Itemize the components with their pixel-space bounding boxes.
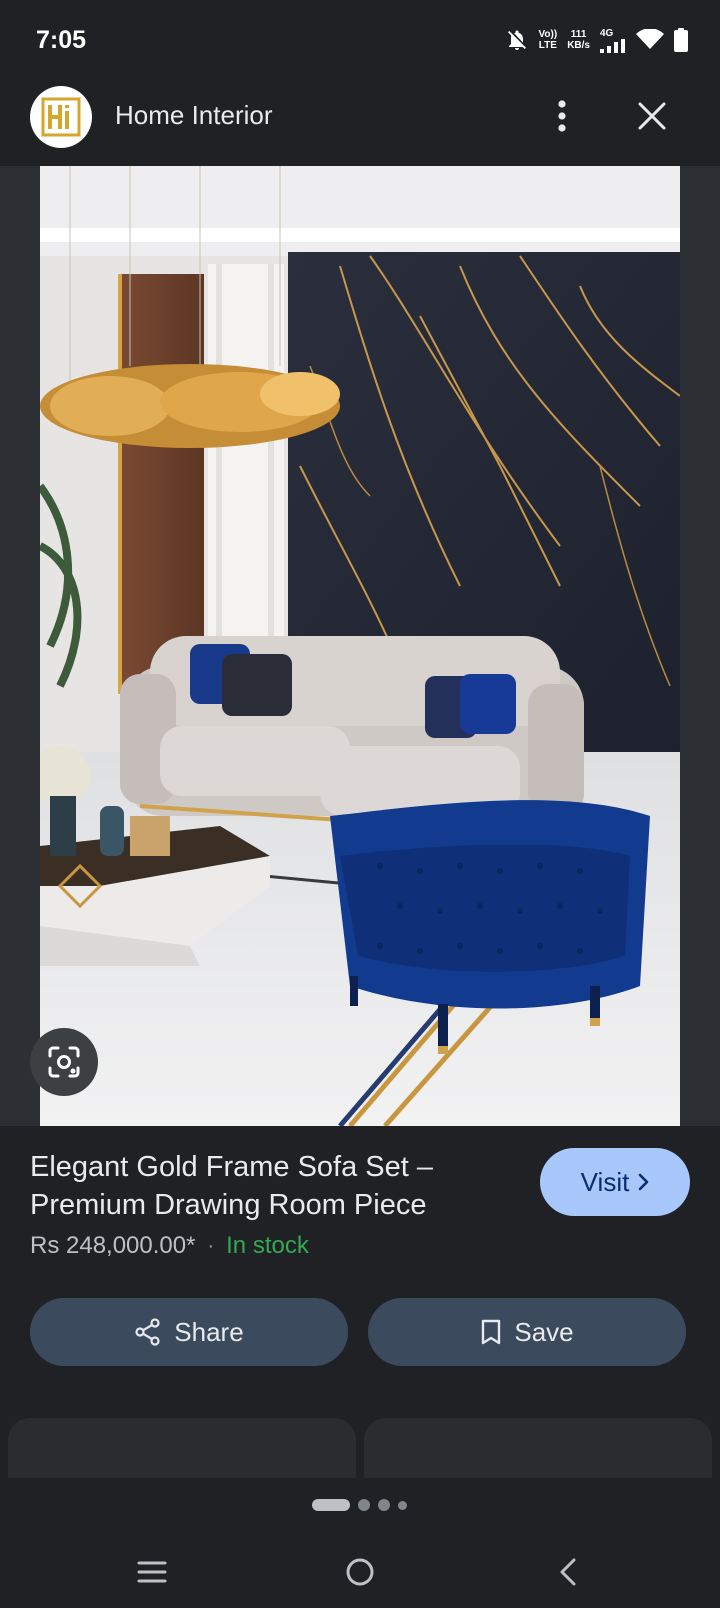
visit-button[interactable]: Visit [540,1148,690,1216]
app-header: Home Interior [0,80,720,166]
home-button[interactable] [330,1544,390,1600]
page-indicator [312,1498,407,1512]
volte-indicator: Vo)) LTE [539,29,558,51]
status-icons: Vo)) LTE 111 KB/s 4G [505,28,688,53]
share-label: Share [174,1316,244,1347]
close-icon [638,102,666,130]
page-dot [398,1500,407,1510]
network-speed: 111 KB/s [567,29,590,51]
more-options-button[interactable] [540,94,584,138]
back-chevron-icon [560,1558,576,1586]
signal-group: 4G [600,28,626,53]
related-card[interactable] [8,1418,356,1478]
image-panel [0,166,720,1126]
volte-top: Vo)) [538,29,558,40]
volte-bottom: LTE [538,40,557,51]
system-nav-bar [0,1536,720,1608]
sofa-room-illustration [40,166,680,1126]
share-button[interactable]: Share [30,1298,348,1366]
menu-icon [137,1561,167,1583]
home-circle-icon [346,1558,374,1586]
status-time: 7:05 [36,25,87,54]
network-type: 4G [600,27,614,39]
close-button[interactable] [630,94,674,138]
home-interior-logo-icon [41,97,81,137]
site-name: Home Interior [115,100,273,130]
save-label: Save [514,1316,574,1347]
recents-button[interactable] [122,1544,182,1600]
more-vert-icon [558,100,566,132]
site-logo[interactable] [30,86,92,148]
wifi-icon [636,29,664,49]
price-separator: · [207,1234,215,1257]
lens-button[interactable] [30,1028,98,1096]
speed-unit: KB/s [567,40,590,51]
signal-icon [600,38,625,53]
chevron-right-icon [639,1173,649,1191]
lens-search-icon [48,1046,80,1078]
page-dot-active [312,1499,350,1511]
product-price: Rs 248,000.00* [30,1232,196,1259]
bell-off-icon [507,30,526,50]
price-row: Rs 248,000.00* · In stock [30,1232,309,1260]
related-card[interactable] [364,1418,712,1478]
back-button[interactable] [538,1544,598,1600]
product-image[interactable] [40,166,680,1126]
save-button[interactable]: Save [368,1298,686,1366]
status-bar: 7:05 Vo)) LTE 111 KB/s 4G [0,0,720,80]
page-dot [358,1499,370,1511]
battery-icon [674,28,688,52]
visit-label: Visit [580,1166,630,1197]
speed-value: 111 [570,29,587,40]
page-dot [378,1499,390,1511]
bookmark-icon [482,1319,501,1345]
stock-status: In stock [226,1232,309,1259]
product-title: Elegant Gold Frame Sofa Set – Premium Dr… [30,1151,433,1221]
share-icon [135,1318,160,1346]
